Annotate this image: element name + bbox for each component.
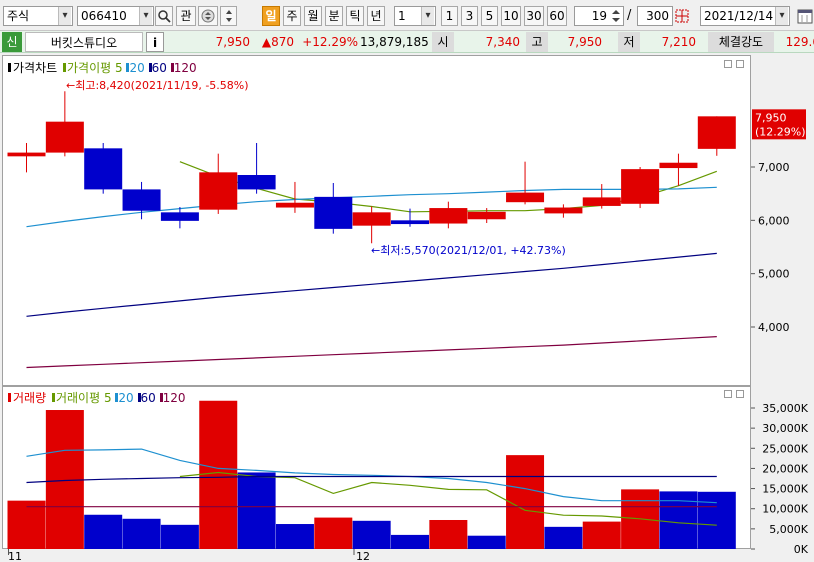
candle-body (160, 212, 199, 221)
volume-bar (582, 521, 621, 549)
volume-bar (84, 514, 123, 549)
candle-body (275, 202, 314, 208)
volume-bar (429, 519, 468, 549)
volume-tick-label: 20,000K (762, 462, 808, 475)
volume-bar (237, 472, 276, 549)
low-annotation: ←최저:5,570(2021/12/01, +42.73%) (371, 244, 566, 257)
volume-bar (506, 455, 545, 549)
price-tick-label: 5,000 (758, 268, 790, 281)
volume-bar (7, 500, 46, 549)
price-ma60-line (26, 252, 717, 317)
volume-bar (467, 535, 506, 549)
volume-bar (659, 491, 698, 549)
candle-body (697, 116, 736, 149)
candle-body (45, 121, 84, 153)
volume-bar (275, 524, 314, 549)
candle-body (544, 207, 583, 214)
last-price-label: 7,950 (755, 111, 787, 124)
candle-body (391, 220, 429, 225)
candle-body (7, 152, 46, 157)
candle-body (237, 175, 276, 190)
volume-tick-label: 30,000K (762, 422, 808, 435)
candle-body (122, 189, 161, 211)
volume-ma60-line (26, 475, 717, 484)
volume-tick-label: 5,000K (769, 523, 808, 536)
candle-body (314, 196, 353, 229)
candle-body (659, 162, 698, 169)
candle-body (506, 192, 545, 203)
volume-tick-label: 10,000K (762, 503, 808, 516)
volume-tick-label: 15,000K (762, 483, 808, 496)
volume-tick-label: 25,000K (762, 442, 808, 455)
price-ma120-line (26, 336, 717, 369)
x-axis-label: 12 (356, 550, 370, 562)
x-axis-label: 11 (8, 550, 22, 562)
volume-bar (544, 526, 583, 549)
high-annotation: ←최고:8,420(2021/11/19, -5.58%) (66, 79, 249, 92)
candle-body (352, 212, 391, 226)
volume-bar (122, 518, 161, 549)
chart-canvas: 7,000 6,000 5,000 4,000 35,000K 30,000K 25,000… (7, 79, 809, 562)
volume-bar (352, 520, 391, 549)
candle-body (429, 208, 468, 224)
volume-bar (391, 534, 429, 549)
volume-bar (199, 400, 238, 549)
volume-tick-label: 35,000K (762, 402, 808, 415)
price-tick-label: 4,000 (758, 321, 790, 334)
volume-bar (697, 491, 736, 549)
candle-body (467, 211, 506, 220)
last-price-pct: (12.29%) (755, 125, 806, 138)
candle-body (84, 148, 123, 190)
candle-body (199, 172, 238, 210)
price-tick-label: 6,000 (758, 214, 790, 227)
volume-bar (314, 517, 353, 549)
candle-body (621, 169, 660, 204)
price-tick-label: 7,000 (758, 161, 790, 174)
volume-bar (160, 524, 199, 549)
volume-tick-label: 0K (794, 543, 809, 556)
candle-body (582, 197, 621, 206)
